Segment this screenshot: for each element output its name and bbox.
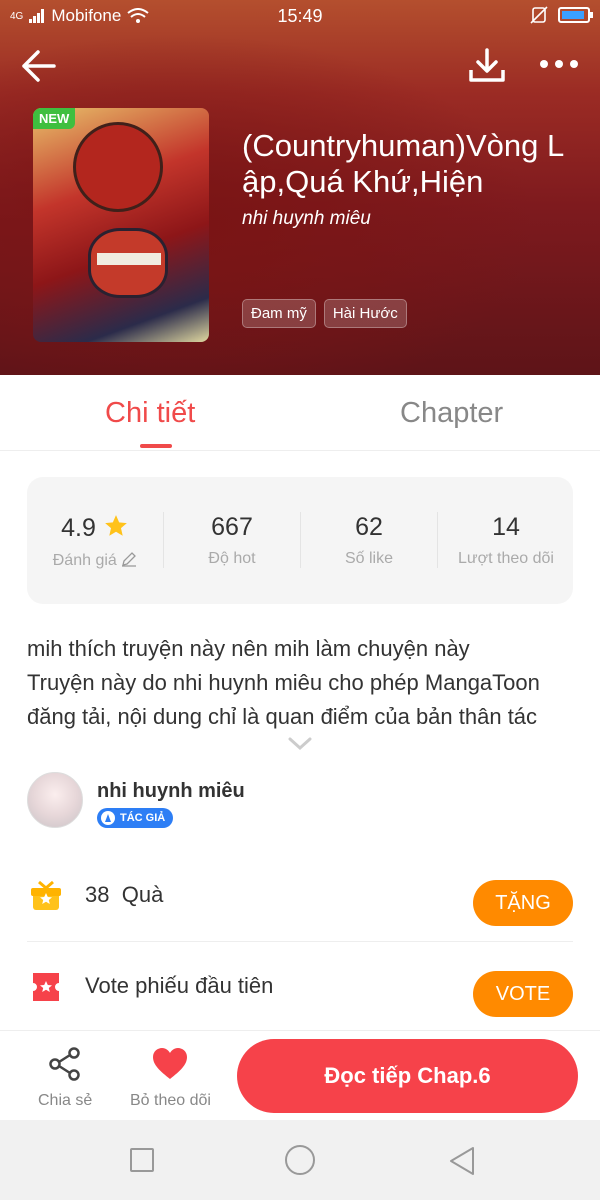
unfollow-button[interactable]: Bỏ theo dõi [130, 1047, 211, 1110]
recent-apps-icon[interactable] [130, 1148, 154, 1172]
cover-figure [73, 122, 163, 212]
share-label: Chia sẻ [38, 1092, 93, 1109]
description-line: đăng tải, nội dung chỉ là quan điểm của … [27, 704, 538, 729]
gift-button[interactable]: TẶNG [473, 880, 573, 926]
tag-list: Đam mỹ Hài Hước [242, 299, 407, 328]
tab-details[interactable]: Chi tiết [105, 397, 195, 430]
bottom-action-bar: Chia sẻ Bỏ theo dõi Đọc tiếp Chap.6 [0, 1030, 600, 1120]
unfollow-label: Bỏ theo dõi [130, 1092, 211, 1109]
stat-value: 14 [492, 513, 520, 541]
description: mih thích truyện này nên mih làm chuyện … [27, 632, 575, 734]
cover-image: NEW [33, 108, 209, 342]
stat-label: Đánh giá [27, 551, 163, 570]
description-line: Truyện này do nhi huynh miêu cho phép Ma… [27, 670, 540, 695]
stat-likes: 62 Số like [301, 513, 437, 568]
stat-label: Số like [344, 550, 394, 567]
continue-reading-button[interactable]: Đọc tiếp Chap.6 [237, 1039, 578, 1113]
tag[interactable]: Đam mỹ [242, 299, 316, 328]
tag[interactable]: Hài Hước [323, 299, 407, 328]
vote-text: Vote phiếu đầu tiên [85, 973, 274, 998]
gift-text: 38 Quà [85, 882, 164, 907]
author-role-label: TÁC GIẢ [120, 812, 166, 824]
stat-value: 4.9 [27, 513, 163, 543]
stat-label: Lượt theo dõi [458, 550, 554, 567]
cover-figure [88, 228, 168, 298]
vote-button[interactable]: VOTE [473, 971, 573, 1017]
download-icon[interactable] [468, 48, 506, 84]
tab-chapter[interactable]: Chapter [400, 397, 503, 430]
author-name: nhi huynh miêu [97, 780, 245, 802]
stat-value: 667 [211, 513, 253, 541]
gift-icon [31, 880, 61, 910]
back-nav-icon[interactable] [448, 1146, 476, 1176]
stat-label: Độ hot [208, 550, 256, 567]
chevron-down-icon[interactable] [288, 737, 312, 751]
share-button[interactable]: Chia sẻ [38, 1047, 92, 1110]
clock: 15:49 [277, 6, 323, 26]
author-card[interactable]: nhi huynh miêu TÁC GIẢ [27, 772, 575, 834]
header-banner: 4G Mobifone 15:49 NEW (Countryhuman)Vòng… [0, 0, 600, 375]
author-badge-icon [101, 811, 115, 825]
home-icon[interactable] [285, 1145, 315, 1175]
stat-hot: 667 Độ hot [164, 513, 300, 568]
ticket-icon [33, 973, 59, 1001]
share-icon [49, 1047, 80, 1081]
status-right [530, 6, 593, 24]
stats-card: 4.9 Đánh giá 667 Độ hot 62 Số like 14 Lư… [27, 477, 573, 604]
heart-icon [153, 1048, 188, 1079]
stat-value: 62 [355, 513, 383, 541]
battery-icon [558, 7, 593, 23]
more-icon[interactable] [540, 60, 578, 68]
system-nav-bar [0, 1120, 600, 1200]
back-arrow-icon[interactable] [18, 46, 58, 86]
tab-bar: Chi tiết Chapter [0, 375, 600, 451]
tab-indicator [140, 444, 172, 448]
vote-row: Vote phiếu đầu tiên VOTE [27, 941, 573, 1031]
star-icon [105, 515, 127, 536]
status-bar: 4G Mobifone 15:49 [0, 0, 600, 34]
new-badge: NEW [33, 108, 76, 129]
mute-icon [530, 6, 548, 24]
stat-rating[interactable]: 4.9 Đánh giá [27, 513, 163, 570]
gift-row: 38 Quà TẶNG [27, 850, 573, 940]
top-toolbar [0, 42, 600, 92]
edit-icon [122, 552, 137, 567]
author-role-badge: TÁC GIẢ [97, 808, 174, 828]
stat-followers: 14 Lượt theo dõi [438, 513, 574, 568]
comic-author[interactable]: nhi huynh miêu [242, 208, 371, 230]
comic-title: (Countryhuman)Vòng Lập,Quá Khứ,Hiện [242, 128, 565, 199]
avatar[interactable] [27, 772, 83, 828]
description-line: mih thích truyện này nên mih làm chuyện … [27, 636, 470, 661]
